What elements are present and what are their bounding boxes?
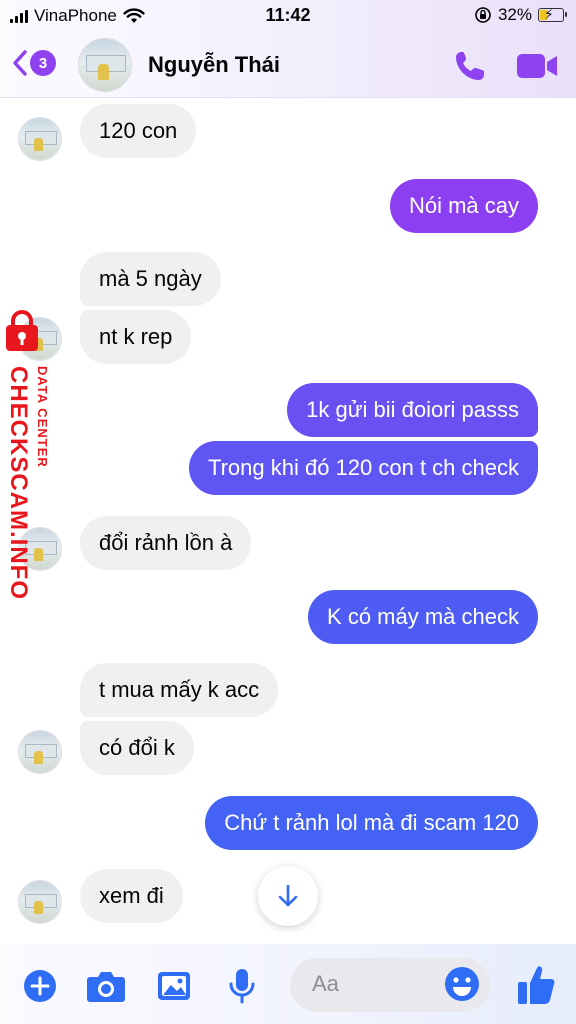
contact-name[interactable]: Nguyễn Thái [148, 52, 280, 78]
composer-bar: Aa [0, 944, 576, 1024]
watermark-sub-box: DATA CENTER [32, 366, 54, 496]
message-bubble-outgoing[interactable]: Trong khi đó 120 con t ch check [188, 441, 538, 495]
message-bubble-outgoing[interactable]: 1k gửi bii đoiori passs [287, 383, 538, 437]
scroll-to-bottom-button[interactable] [258, 866, 318, 926]
status-bar: VinaPhone 11:42 32% ⚡ [0, 0, 576, 32]
contact-avatar[interactable] [78, 38, 132, 92]
battery-icon: ⚡ [538, 6, 567, 22]
message-input-placeholder: Aa [312, 971, 339, 996]
image-icon [158, 972, 190, 1000]
arrow-down-icon [278, 884, 298, 907]
message-bubble-outgoing[interactable]: Chứ t rảnh lol mà đi scam 120 [205, 796, 538, 850]
sender-avatar [18, 880, 62, 924]
message-bubble-incoming[interactable]: xem đi [80, 869, 183, 923]
orientation-lock-icon [475, 7, 491, 23]
conversation-header: 3 Nguyễn Thái [0, 34, 576, 96]
plus-icon [24, 970, 56, 1002]
message-bubble-incoming[interactable]: có đổi k [80, 721, 194, 775]
back-button[interactable]: 3 [10, 48, 56, 78]
top-bar: VinaPhone 11:42 32% ⚡ 3 Nguyễn Thái [0, 0, 576, 98]
sender-avatar [18, 117, 62, 161]
back-chevron-icon [13, 50, 27, 76]
thumbs-up-icon[interactable] [516, 962, 556, 1006]
camera-button[interactable] [86, 966, 126, 1006]
emoji-icon[interactable] [444, 966, 480, 1002]
message-bubble-outgoing[interactable]: Nói mà cay [389, 179, 538, 233]
phone-icon[interactable] [452, 48, 488, 84]
video-camera-icon[interactable] [516, 51, 558, 81]
message-list[interactable]: 120 con Nói mà cay mà 5 ngày nt k rep 1k… [0, 98, 576, 944]
gallery-button[interactable] [154, 966, 194, 1006]
message-bubble-incoming[interactable]: nt k rep [80, 310, 192, 364]
battery-percent: 32% [497, 5, 532, 24]
message-bubble-incoming[interactable]: t mua mấy k acc [80, 663, 279, 717]
watermark-main-text: CHECKSCAM.INFO [5, 366, 32, 600]
message-bubble-outgoing[interactable]: K có máy mà check [308, 590, 538, 644]
voice-button[interactable] [222, 966, 262, 1006]
watermark: CHECKSCAM.INFO DATA CENTER [0, 310, 58, 600]
message-bubble-incoming[interactable]: 120 con [80, 104, 197, 158]
watermark-text-box: CHECKSCAM.INFO [2, 366, 36, 600]
lock-icon [6, 310, 38, 351]
more-actions-button[interactable] [20, 966, 60, 1006]
message-bubble-incoming[interactable]: mà 5 ngày [80, 252, 221, 306]
microphone-icon [229, 969, 255, 1004]
sender-avatar [18, 730, 62, 774]
unread-badge: 3 [30, 50, 56, 76]
watermark-sub-text: DATA CENTER [35, 366, 50, 468]
camera-icon [87, 972, 125, 1002]
status-right: 32% ⚡ [474, 5, 567, 25]
message-bubble-incoming[interactable]: đổi rảnh lồn à [80, 516, 252, 570]
